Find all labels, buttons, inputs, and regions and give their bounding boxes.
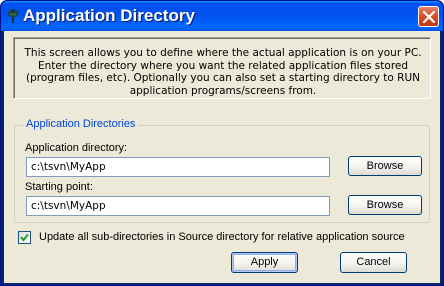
starting-point-label: Starting point: <box>25 181 93 193</box>
application-directory-input[interactable] <box>26 157 330 177</box>
info-text: This screen allows you to define where t… <box>24 47 422 97</box>
application-directory-dialog: Application Directory This screen allows… <box>0 0 444 286</box>
application-directory-label: Application directory: <box>25 142 128 154</box>
pin-icon <box>6 8 20 24</box>
starting-point-input[interactable] <box>26 196 330 216</box>
browse-application-directory-button[interactable]: Browse <box>348 156 422 176</box>
update-subdirs-checkbox[interactable] <box>18 231 31 244</box>
application-directories-group: Application Directories Application dire… <box>14 118 430 223</box>
dialog-body: This screen allows you to define where t… <box>4 31 440 283</box>
browse-starting-point-button[interactable]: Browse <box>348 195 422 215</box>
update-subdirs-label[interactable]: Update all sub-directories in Source dir… <box>39 231 405 243</box>
close-button[interactable] <box>418 6 439 27</box>
info-panel: This screen allows you to define where t… <box>13 37 431 99</box>
cancel-button[interactable]: Cancel <box>340 252 407 273</box>
title-bar[interactable]: Application Directory <box>1 1 443 31</box>
apply-button[interactable]: Apply <box>231 252 298 273</box>
window-title: Application Directory <box>23 6 195 25</box>
group-legend: Application Directories <box>23 118 139 130</box>
